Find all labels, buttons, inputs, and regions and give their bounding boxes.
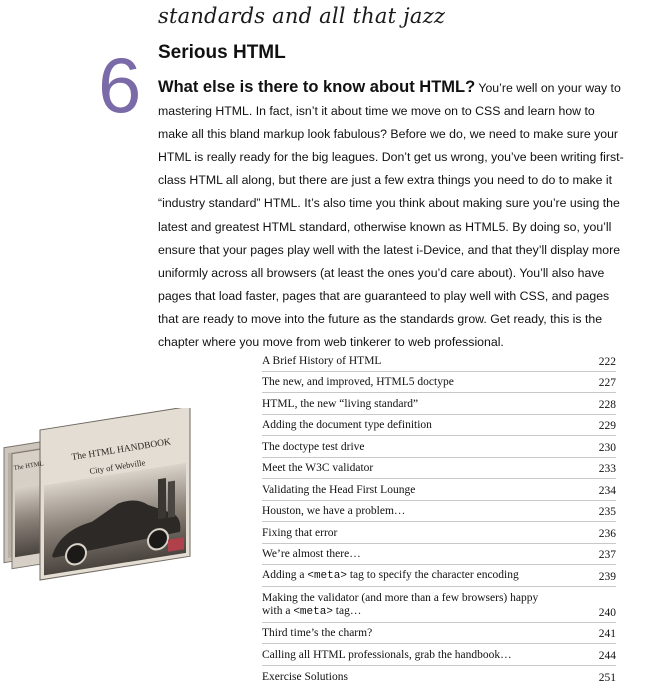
toc-row[interactable]: Calling all HTML professionals, grab the…	[262, 644, 616, 666]
toc-page: 241	[598, 628, 616, 640]
toc-title: A Brief History of HTML	[262, 354, 382, 367]
toc-title: Calling all HTML professionals, grab the…	[262, 648, 512, 661]
toc-row[interactable]: The doctype test drive 230	[262, 436, 616, 458]
toc-row[interactable]: Fixing that error 236	[262, 522, 616, 544]
toc-page: 237	[598, 549, 616, 561]
html-handbook-illustration: The HTML HANDBOOK City of Webville The H…	[3, 408, 191, 581]
intro-lead: What else is there to know about HTML?	[158, 78, 476, 96]
toc-title: Validating the Head First Lounge	[262, 483, 416, 496]
toc-page: 244	[598, 649, 616, 662]
book-front-cover	[39, 408, 191, 581]
toc-row[interactable]: Adding a <meta> tag to specify the chara…	[262, 565, 616, 587]
toc-title: The doctype test drive	[262, 440, 365, 453]
toc-title-text: Making the validator (and more than a fe…	[262, 591, 539, 604]
toc-title: We’re almost there…	[262, 548, 361, 560]
toc-title-code: <meta>	[307, 569, 347, 582]
toc-row[interactable]: A Brief History of HTML 222	[262, 350, 616, 372]
toc-page: 236	[598, 527, 616, 540]
toc-title: Third time’s the charm?	[262, 627, 373, 639]
toc-title: The new, and improved, HTML5 doctype	[262, 376, 454, 388]
toc-title: Meet the W3C validator	[262, 462, 374, 474]
chapter-tagline: standards and all that jazz	[158, 4, 446, 28]
toc-page: 229	[598, 420, 616, 432]
table-of-contents: A Brief History of HTML 222 The new, and…	[262, 350, 616, 687]
toc-page: 230	[598, 441, 616, 454]
toc-page: 228	[598, 398, 616, 411]
toc-title: Adding the document type definition	[262, 419, 432, 431]
toc-row[interactable]: Making the validator (and more than a fe…	[262, 587, 616, 623]
toc-page: 222	[598, 355, 616, 368]
toc-page: 227	[598, 377, 616, 389]
toc-title: Making the validator (and more than a fe…	[262, 592, 586, 619]
toc-title: Fixing that error	[262, 526, 338, 539]
toc-title: Adding a <meta> tag to specify the chara…	[262, 569, 586, 583]
toc-row[interactable]: The new, and improved, HTML5 doctype 227	[262, 372, 616, 393]
toc-page: 233	[598, 463, 616, 475]
chapter-number: 6	[98, 41, 142, 129]
toc-row[interactable]: Houston, we have a problem… 235	[262, 501, 616, 522]
toc-row[interactable]: Third time’s the charm? 241	[262, 623, 616, 644]
toc-title: Houston, we have a problem…	[262, 505, 406, 517]
toc-page: 240	[598, 606, 616, 619]
toc-row[interactable]: We’re almost there… 237	[262, 544, 616, 565]
toc-title: Exercise Solutions	[262, 671, 348, 683]
toc-row[interactable]: Adding the document type definition 229	[262, 415, 616, 436]
toc-title-text: tag…	[332, 604, 362, 617]
toc-page: 235	[598, 506, 616, 518]
toc-row[interactable]: Exercise Solutions 251	[262, 666, 616, 688]
toc-title-text: with a	[262, 604, 294, 617]
chapter-intro: What else is there to know about HTML? Y…	[158, 76, 628, 354]
chapter-title: Serious HTML	[158, 42, 286, 63]
toc-title: HTML, the new “living standard”	[262, 397, 419, 410]
toc-page: 251	[598, 672, 616, 684]
toc-title-code: <meta>	[293, 605, 333, 618]
toc-title-text: Adding a	[262, 568, 308, 581]
toc-row[interactable]: Validating the Head First Lounge 234	[262, 479, 616, 501]
toc-row[interactable]: HTML, the new “living standard” 228	[262, 393, 616, 415]
toc-page: 234	[598, 484, 616, 497]
toc-row[interactable]: Meet the W3C validator 233	[262, 458, 616, 479]
toc-page: 239	[598, 570, 616, 583]
intro-body: You’re well on your way to mastering HTM…	[158, 81, 624, 350]
toc-title-text: tag to specify the character encoding	[346, 568, 519, 581]
